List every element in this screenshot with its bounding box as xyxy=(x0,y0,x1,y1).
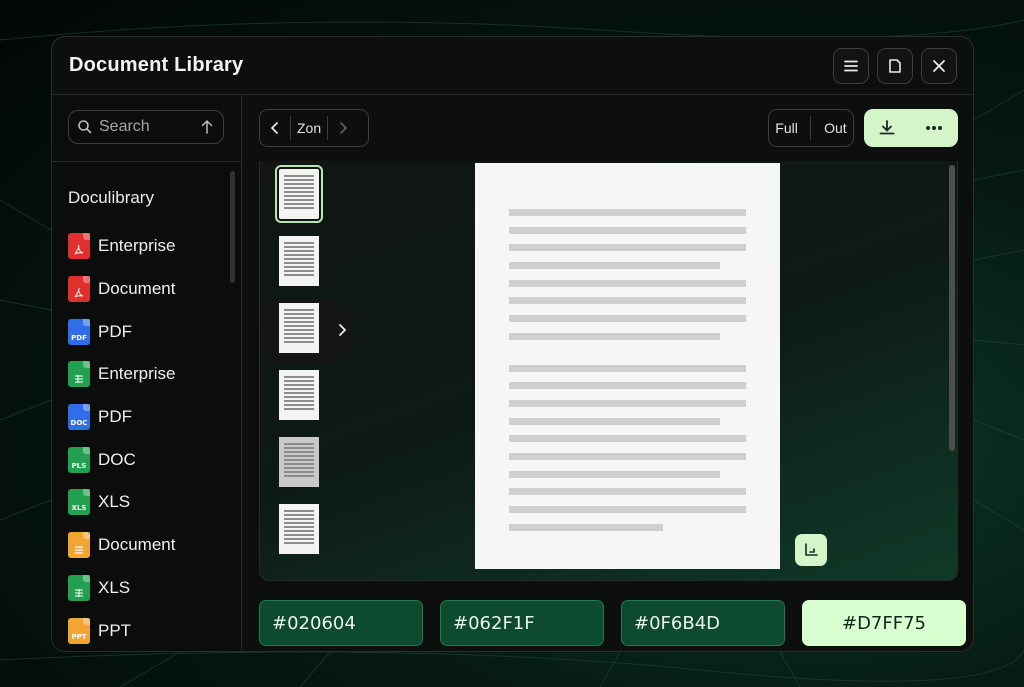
file-name: Document xyxy=(98,279,176,299)
viewer-scrollbar[interactable] xyxy=(949,165,955,451)
color-swatches: #020604 #062F1F #0F6B4D #D7FF75 xyxy=(259,600,966,646)
file-list: Enterprise Document PDF PDF Enterprise D… xyxy=(68,225,228,651)
sheet-icon xyxy=(68,361,90,388)
ppt-file-icon: PPT xyxy=(68,617,90,644)
file-item[interactable]: PPT PPT xyxy=(68,609,228,651)
main-panel: Zon Full Out #020604 #062F1F #0F6B4D #D7… xyxy=(242,95,973,651)
file-item[interactable]: Document xyxy=(68,524,228,567)
sidebar-divider xyxy=(52,161,242,162)
file-name: PDF xyxy=(98,321,132,341)
page-thumbnail[interactable] xyxy=(279,236,319,286)
close-button[interactable] xyxy=(921,48,957,84)
file-item[interactable]: PDF PDF xyxy=(68,310,228,353)
pdf-file-icon: PDF xyxy=(68,318,90,345)
file-item[interactable]: DOC PDF xyxy=(68,396,228,439)
sort-up-icon[interactable] xyxy=(199,119,215,135)
page-thumbnail[interactable] xyxy=(279,303,319,353)
zoom-button[interactable]: Zon xyxy=(291,110,327,146)
document-page xyxy=(475,163,780,569)
sidebar-scrollbar[interactable] xyxy=(230,171,235,283)
close-icon xyxy=(933,60,945,72)
action-group xyxy=(864,109,958,147)
file-name: Enterprise xyxy=(98,364,176,384)
doc-file-icon: DOC xyxy=(68,404,90,431)
file-name: Document xyxy=(98,535,176,555)
chevron-left-icon xyxy=(270,122,278,134)
file-name: XLS xyxy=(98,577,131,597)
file-item[interactable]: Enterprise xyxy=(68,353,228,396)
swatch-button[interactable]: #D7FF75 xyxy=(802,600,966,646)
page-navigation: Zon xyxy=(259,109,369,147)
swatch-button[interactable]: #020604 xyxy=(259,600,423,646)
menu-icon xyxy=(844,60,858,72)
toolbar-divider xyxy=(810,116,812,140)
page-thumbnail[interactable] xyxy=(279,437,319,487)
search-icon xyxy=(78,120,92,134)
page-thumbnail[interactable] xyxy=(275,165,323,223)
pdf-icon xyxy=(68,276,90,303)
file-item[interactable]: Enterprise xyxy=(68,225,228,268)
view-mode-group: Full Out xyxy=(768,109,854,147)
xls-file-icon: XLS xyxy=(68,489,90,516)
pdf-icon xyxy=(68,233,90,260)
previous-button[interactable] xyxy=(260,110,290,146)
swatch-button[interactable]: #062F1F xyxy=(440,600,604,646)
title-bar: Document Library xyxy=(52,37,973,95)
page-thumbnail[interactable] xyxy=(279,504,319,554)
download-icon[interactable] xyxy=(877,118,897,138)
page-thumbnail[interactable] xyxy=(279,370,319,420)
chevron-right-icon xyxy=(340,122,348,134)
file-item[interactable]: PLS DOC xyxy=(68,438,228,481)
document-icon xyxy=(889,59,901,73)
window-controls xyxy=(833,48,957,84)
file-name: Enterprise xyxy=(98,236,176,256)
chevron-right-icon[interactable] xyxy=(336,322,350,338)
out-button[interactable]: Out xyxy=(824,120,847,136)
menu-button[interactable] xyxy=(833,48,869,84)
crop-icon xyxy=(805,543,818,556)
file-name: PDF xyxy=(98,407,132,427)
document-library-window: Document Library Doculibrary xyxy=(51,36,974,652)
file-item[interactable]: XLS xyxy=(68,567,228,610)
sheet-icon xyxy=(68,574,90,601)
xls-file-icon: PLS xyxy=(68,446,90,473)
page-thumbnails xyxy=(275,165,325,571)
search-input[interactable] xyxy=(99,118,199,136)
crop-button[interactable] xyxy=(795,534,827,566)
file-name: PPT xyxy=(98,620,132,640)
file-item[interactable]: XLS XLS xyxy=(68,481,228,524)
file-name: DOC xyxy=(98,449,136,469)
swatch-button[interactable]: #0F6B4D xyxy=(621,600,785,646)
next-button[interactable] xyxy=(328,110,358,146)
search-box[interactable] xyxy=(68,110,224,144)
more-icon[interactable] xyxy=(923,118,945,138)
window-title: Document Library xyxy=(69,54,244,76)
text-file-icon xyxy=(68,532,90,559)
library-heading: Doculibrary xyxy=(68,188,154,207)
file-name: XLS xyxy=(98,492,131,512)
file-item[interactable]: Document xyxy=(68,268,228,311)
restore-button[interactable] xyxy=(877,48,913,84)
sidebar: Doculibrary Enterprise Document PDF PDF xyxy=(52,95,242,651)
full-button[interactable]: Full xyxy=(775,120,798,136)
zoom-label: Zon xyxy=(297,120,322,136)
document-viewer xyxy=(259,161,958,581)
